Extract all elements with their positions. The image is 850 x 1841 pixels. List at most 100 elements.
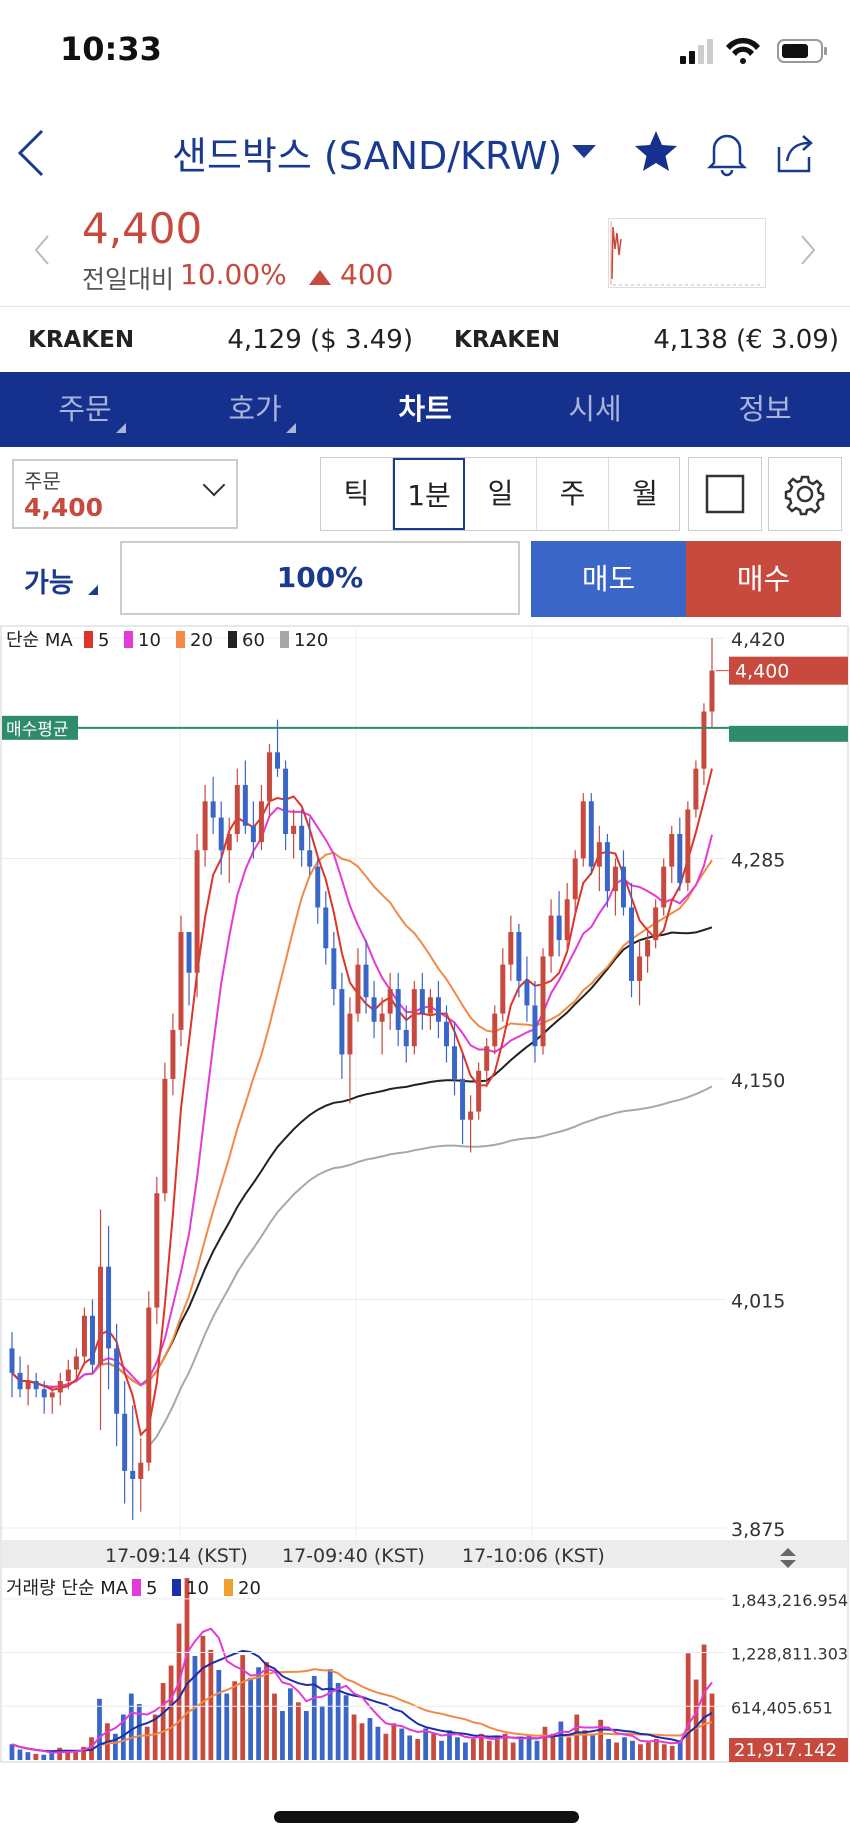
period-1min[interactable]: 1분: [393, 458, 465, 530]
candle-body: [49, 1392, 55, 1398]
price-chart[interactable]: 매수평균 4,400 4,420 4,285 4,150 4,015 3,875 17-0…: [0, 622, 850, 1764]
volume-bar: [399, 1728, 405, 1760]
volume-bar: [208, 1649, 214, 1760]
back-button[interactable]: [14, 125, 54, 181]
legend-swatch: [132, 1579, 141, 1596]
candle-body: [226, 833, 232, 851]
percent-field[interactable]: 100%: [120, 541, 520, 615]
candle-body: [210, 801, 216, 818]
candle-body: [130, 1470, 136, 1480]
tab-chart[interactable]: 차트: [340, 372, 510, 447]
wifi-icon: [726, 37, 760, 64]
volume-bar: [335, 1683, 341, 1760]
volume-bar: [128, 1693, 134, 1760]
candle-body: [645, 940, 651, 957]
tab-orderbook[interactable]: 호가: [170, 372, 340, 447]
avg-price-tag: [729, 725, 848, 742]
volume-bar: [200, 1635, 206, 1760]
volume-bar: [518, 1739, 524, 1760]
volume-bar: [542, 1726, 548, 1760]
chart-controls: 주문 4,400 틱 1분 일 주 월: [0, 447, 850, 537]
candle-body: [556, 915, 562, 941]
square-icon: [705, 474, 745, 514]
tab-market[interactable]: 시세: [510, 372, 680, 447]
bell-icon[interactable]: [702, 127, 752, 177]
chart-svg[interactable]: 매수평균 4,400 4,420 4,285 4,150 4,015 3,875 17-0…: [0, 622, 850, 1764]
candle-body: [114, 1348, 120, 1414]
price-bar: 4,400 전일대비 10.00% 400: [0, 200, 850, 305]
candle-body: [468, 1111, 474, 1120]
legend-label: 20: [190, 630, 213, 651]
next-coin-button[interactable]: [796, 230, 820, 270]
exchange-name: KRAKEN: [454, 327, 561, 353]
settings-button[interactable]: [768, 457, 842, 531]
candle-body: [580, 801, 586, 859]
candle-body: [484, 1046, 490, 1071]
candle-body: [355, 964, 361, 1014]
last-price-label: 4,400: [735, 661, 789, 683]
candle-body: [154, 1193, 160, 1308]
candle-body: [476, 1070, 482, 1112]
chevron-left-icon: [17, 129, 44, 177]
volume-tick-label: 1,228,811.303: [731, 1645, 848, 1664]
buy-button[interactable]: 매수: [686, 541, 841, 617]
x-tick-label: 17-10:06 (KST): [462, 1545, 605, 1567]
volume-bar: [375, 1726, 381, 1760]
volume-bar: [41, 1754, 47, 1760]
candle-body: [516, 931, 522, 981]
order-price-select[interactable]: 주문 4,400: [12, 459, 238, 529]
candle-body: [371, 997, 377, 1022]
volume-bar: [113, 1733, 118, 1760]
sell-button[interactable]: 매도: [531, 541, 686, 617]
volume-bar: [351, 1714, 357, 1760]
prev-coin-button[interactable]: [30, 230, 54, 270]
x-tick-label: 17-09:40 (KST): [282, 1545, 425, 1567]
period-day[interactable]: 일: [465, 458, 537, 530]
legend-swatch: [124, 631, 133, 648]
mini-chart[interactable]: [608, 218, 766, 288]
period-tick[interactable]: 틱: [321, 458, 393, 530]
candle-body: [460, 1078, 466, 1120]
candle-body: [194, 850, 200, 973]
legend-label: 5: [98, 630, 109, 651]
available-label[interactable]: 가능: [24, 561, 74, 600]
volume-bar: [73, 1752, 79, 1760]
candle-body: [291, 825, 297, 834]
share-icon[interactable]: [769, 127, 819, 177]
caret-down-icon[interactable]: [572, 145, 596, 158]
volume-bar: [598, 1719, 604, 1760]
candle-body: [202, 801, 208, 851]
current-price: 4,400: [82, 204, 203, 253]
legend-swatch: [84, 631, 93, 648]
candle-body: [339, 989, 345, 1055]
avg-buy-label: 매수평균: [6, 720, 69, 740]
change-amount: 400: [340, 258, 394, 291]
volume-bar: [343, 1695, 349, 1760]
volume-tick-label: 1,843,216.954: [731, 1591, 848, 1610]
volume-bar: [184, 1578, 190, 1760]
candle-body: [9, 1348, 15, 1373]
tab-info[interactable]: 정보: [680, 372, 850, 447]
legend-swatch: [228, 631, 237, 648]
volume-bar: [574, 1714, 580, 1760]
volume-bar: [622, 1737, 627, 1760]
candle-body: [106, 1266, 112, 1349]
tab-label: 차트: [398, 392, 452, 426]
legend-label: 20: [238, 1578, 261, 1599]
candle-body: [524, 980, 530, 1006]
fullscreen-button[interactable]: [688, 457, 762, 531]
volume-bar: [303, 1711, 309, 1760]
candle-body: [701, 711, 707, 769]
period-month[interactable]: 월: [609, 458, 681, 530]
candle-body: [234, 784, 240, 834]
candle-body: [572, 858, 578, 900]
star-icon[interactable]: [631, 127, 681, 177]
volume-bar: [136, 1704, 142, 1760]
page-title[interactable]: 샌드박스 (SAND/KRW): [172, 125, 562, 180]
candle-body: [653, 907, 659, 941]
period-week[interactable]: 주: [537, 458, 609, 530]
tab-corner-icon: [286, 423, 296, 433]
candle-body: [33, 1381, 39, 1390]
candle-body: [443, 1021, 449, 1047]
tab-order[interactable]: 주문: [0, 372, 170, 447]
